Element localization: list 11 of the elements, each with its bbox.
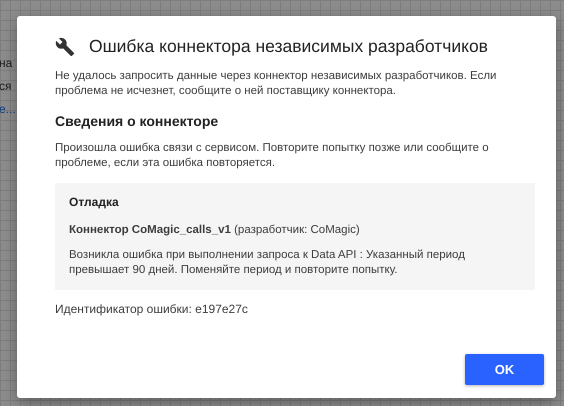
ok-button[interactable]: OK [465, 354, 544, 385]
error-details: Возникла ошибка при выполнении запроса к Data API : Указанный период превышает 90 дней. Поменяйте период и повторите попытку. [69, 248, 466, 278]
dialog-title: Ошибка коннектора независимых разработчиков [89, 36, 488, 57]
wrench-icon [55, 36, 75, 56]
debug-title: Отладка [69, 195, 120, 209]
error-id: Идентификатор ошибки: e197e27c [55, 302, 249, 316]
message-text: Не удалось запросить данные через коннектор независимых разработчиков. Если проблема не исчезнет, сообщите о ней поставщику коннектора. [55, 69, 498, 99]
connector-text: Коннектор CoMagic_calls_v1 (разработчик: CoMagic) [69, 223, 361, 238]
section-title: Сведения о коннекторе [55, 113, 220, 129]
section-text: Произошла ошибка связи с сервисом. Повторите попытку позже или сообщите о проблеме, если эта ошибка повторяется. [55, 141, 490, 171]
background-text: на [0, 55, 12, 71]
